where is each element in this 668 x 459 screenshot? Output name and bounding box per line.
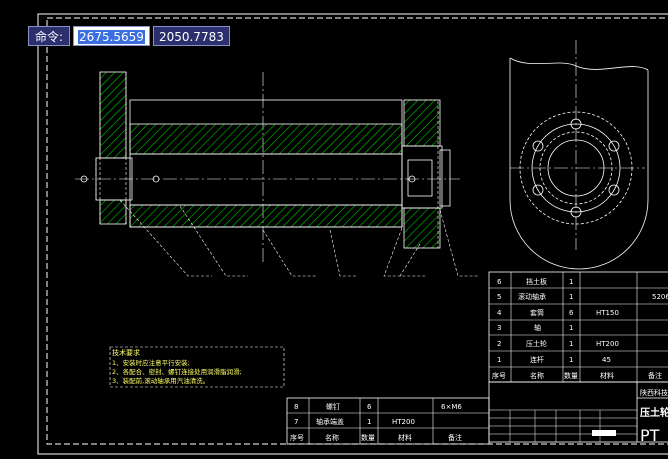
row6-no: 6 (497, 278, 502, 286)
svg-text:1: 1 (569, 324, 573, 332)
svg-text:滚动轴承: 滚动轴承 (518, 292, 546, 301)
svg-text:8: 8 (294, 403, 298, 411)
shaft-assembly-view (75, 71, 478, 277)
svg-text:轴: 轴 (534, 323, 541, 332)
drawing-frame (37, 13, 668, 455)
svg-text:数量: 数量 (361, 433, 375, 442)
svg-text:1: 1 (367, 418, 371, 426)
svg-text:轴承端盖: 轴承端盖 (316, 417, 344, 426)
side-view (509, 40, 649, 270)
parts-table-left: 8 螺钉 6 6×M6 7 轴承端盖 1 HT200 序号 名称 数量 材料 备注 (286, 397, 490, 445)
parts-table-right: 6 挡土板 1 5 滚动轴承 1 5206 4 套筒 6 HT150 3 轴 1 2 压土轮 1 HT20… (488, 271, 668, 383)
svg-text:6: 6 (569, 309, 574, 317)
svg-text:材料: 材料 (600, 371, 614, 380)
technical-notes-box (109, 346, 285, 388)
svg-text:名称: 名称 (325, 433, 339, 442)
svg-text:名称: 名称 (530, 371, 544, 380)
svg-text:1: 1 (569, 340, 573, 348)
svg-text:套筒: 套筒 (530, 308, 544, 317)
svg-text:挡土板: 挡土板 (526, 277, 547, 286)
svg-text:压土轮: 压土轮 (526, 339, 547, 348)
svg-text:7: 7 (294, 418, 298, 426)
y-coordinate-input[interactable]: 2050.7783 (152, 26, 230, 46)
svg-text:2: 2 (497, 340, 501, 348)
svg-text:1: 1 (497, 356, 501, 364)
svg-text:1: 1 (569, 293, 573, 301)
svg-text:1: 1 (569, 356, 573, 364)
svg-text:6: 6 (367, 403, 372, 411)
svg-text:序号: 序号 (290, 433, 304, 442)
x-coordinate-value[interactable]: 2675.5659 (78, 30, 145, 44)
svg-text:材料: 材料 (398, 433, 412, 442)
svg-text:序号: 序号 (492, 371, 506, 380)
svg-text:备注: 备注 (648, 371, 662, 380)
svg-text:4: 4 (497, 309, 502, 317)
svg-text:45: 45 (602, 356, 611, 364)
svg-text:螺钉: 螺钉 (326, 402, 340, 411)
svg-text:连杆: 连杆 (530, 355, 544, 364)
svg-text:3: 3 (497, 324, 501, 332)
svg-text:备注: 备注 (448, 433, 462, 442)
command-line[interactable]: 命令: 2675.5659 2050.7783 (28, 26, 230, 46)
svg-text:HT150: HT150 (596, 309, 619, 317)
svg-text:HT200: HT200 (596, 340, 619, 348)
svg-text:数量: 数量 (564, 371, 578, 380)
command-prompt-label: 命令: (28, 26, 71, 46)
svg-text:6×M6: 6×M6 (441, 403, 462, 411)
svg-text:5206: 5206 (652, 293, 668, 301)
x-coordinate-input[interactable]: 2675.5659 (73, 26, 150, 46)
title-block (488, 381, 668, 443)
svg-text:HT200: HT200 (392, 418, 415, 426)
drawing-canvas[interactable]: 6 挡土板 1 5 滚动轴承 1 5206 4 套筒 6 HT150 3 轴 1 2 压土轮 1 HT20… (0, 0, 668, 459)
svg-text:5: 5 (497, 293, 501, 301)
svg-text:1: 1 (569, 278, 573, 286)
